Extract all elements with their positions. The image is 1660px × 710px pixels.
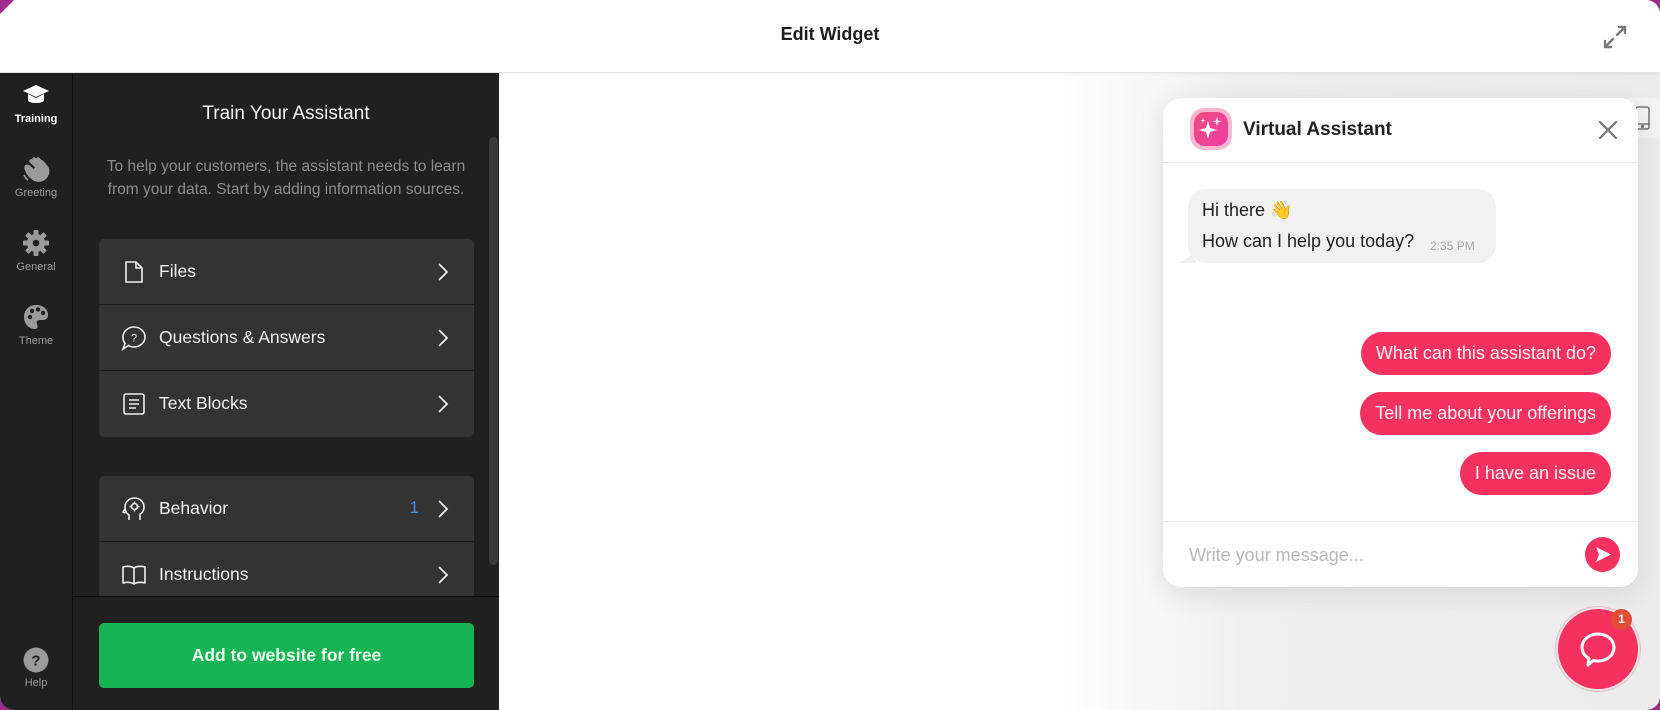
sources-card: Files ? Questions & Answers Text Blocks <box>99 239 474 437</box>
panel-scrollbar[interactable] <box>489 137 498 565</box>
sidebar-item-label: Theme <box>18 335 54 347</box>
text-block-icon <box>123 393 145 415</box>
training-panel: Train Your Assistant To help your custom… <box>73 73 499 710</box>
expand-arrows-icon <box>1603 25 1627 49</box>
edit-widget-window: Edit Widget Training Greeting General Th… <box>0 0 1660 710</box>
chevron-right-icon <box>438 329 449 347</box>
open-book-icon <box>122 565 146 585</box>
source-item-label: Files <box>159 261 196 281</box>
chevron-right-icon <box>438 263 449 281</box>
question-bubble-icon: ? <box>121 326 146 351</box>
sidebar-item-training[interactable]: Training <box>0 83 72 153</box>
sidebar-item-theme[interactable]: Theme <box>0 303 72 373</box>
message-input[interactable] <box>1189 540 1569 570</box>
assistant-message: Hi there 👋 How can I help you today? 2:3… <box>1180 189 1496 263</box>
chevron-right-icon <box>438 500 449 518</box>
source-item-label: Questions & Answers <box>159 327 326 347</box>
setting-item-label: Behavior <box>159 498 229 518</box>
sparkles-icon <box>1199 117 1222 139</box>
sidebar-item-label: Help <box>24 677 48 689</box>
panel-description: To help your customers, the assistant ne… <box>106 158 466 198</box>
message-line-1: Hi there 👋 <box>1202 200 1293 220</box>
chevron-right-icon <box>438 566 449 584</box>
chat-title: Virtual Assistant <box>1243 119 1392 140</box>
svg-text:?: ? <box>131 333 137 345</box>
chat-header: Virtual Assistant <box>1163 98 1638 163</box>
sidebar-item-general[interactable]: General <box>0 229 72 299</box>
sidebar-item-help[interactable]: ? Help <box>0 647 72 710</box>
suggestion-button[interactable]: Tell me about your offerings <box>1360 392 1611 435</box>
waving-hand-icon <box>23 157 50 182</box>
assistant-avatar <box>1190 108 1232 150</box>
top-bar: Edit Widget <box>0 0 1660 73</box>
setting-item-instructions[interactable]: Instructions <box>99 542 474 596</box>
sidebar: Training Greeting General Theme ? Help <box>0 73 73 710</box>
chevron-right-icon <box>438 395 449 413</box>
head-gear-icon <box>122 497 145 520</box>
add-to-website-button[interactable]: Add to website for free <box>99 623 474 688</box>
setting-item-label: Instructions <box>159 564 249 584</box>
source-item-files[interactable]: Files <box>99 239 474 305</box>
unread-badge: 1 <box>1611 609 1632 630</box>
gear-icon <box>23 230 49 256</box>
page-title: Edit Widget <box>780 24 880 44</box>
behavior-count-badge: 1 <box>409 498 419 517</box>
close-icon[interactable] <box>1598 120 1618 140</box>
settings-card: Behavior 1 Instructions <box>99 476 474 596</box>
sidebar-item-label: Training <box>14 113 58 125</box>
source-item-label: Text Blocks <box>159 393 248 413</box>
source-item-text-blocks[interactable]: Text Blocks <box>99 371 474 437</box>
setting-item-behavior[interactable]: Behavior 1 <box>99 476 474 542</box>
source-item-qa[interactable]: ? Questions & Answers <box>99 305 474 371</box>
message-timestamp: 2:35 PM <box>1430 239 1475 253</box>
message-line-2: How can I help you today? <box>1202 231 1415 251</box>
svg-text:?: ? <box>31 653 40 670</box>
graduation-cap-icon <box>23 85 49 103</box>
sidebar-item-label: Greeting <box>14 187 58 199</box>
panel-title: Train Your Assistant <box>202 103 370 124</box>
chat-widget: Virtual Assistant Hi there 👋 How can I h… <box>1163 98 1638 587</box>
sidebar-item-label: General <box>16 261 56 273</box>
palette-icon <box>24 305 48 329</box>
suggestion-button[interactable]: I have an issue <box>1459 452 1611 495</box>
send-icon <box>1596 547 1611 562</box>
sidebar-item-greeting[interactable]: Greeting <box>0 155 72 225</box>
suggestion-button[interactable]: What can this assistant do? <box>1360 332 1611 375</box>
file-icon <box>125 261 143 283</box>
panel-footer: Add to website for free <box>73 596 499 710</box>
help-circle-icon: ? <box>23 647 49 673</box>
message-composer <box>1163 521 1638 587</box>
expand-button[interactable] <box>1600 22 1630 52</box>
send-button[interactable] <box>1585 537 1620 572</box>
